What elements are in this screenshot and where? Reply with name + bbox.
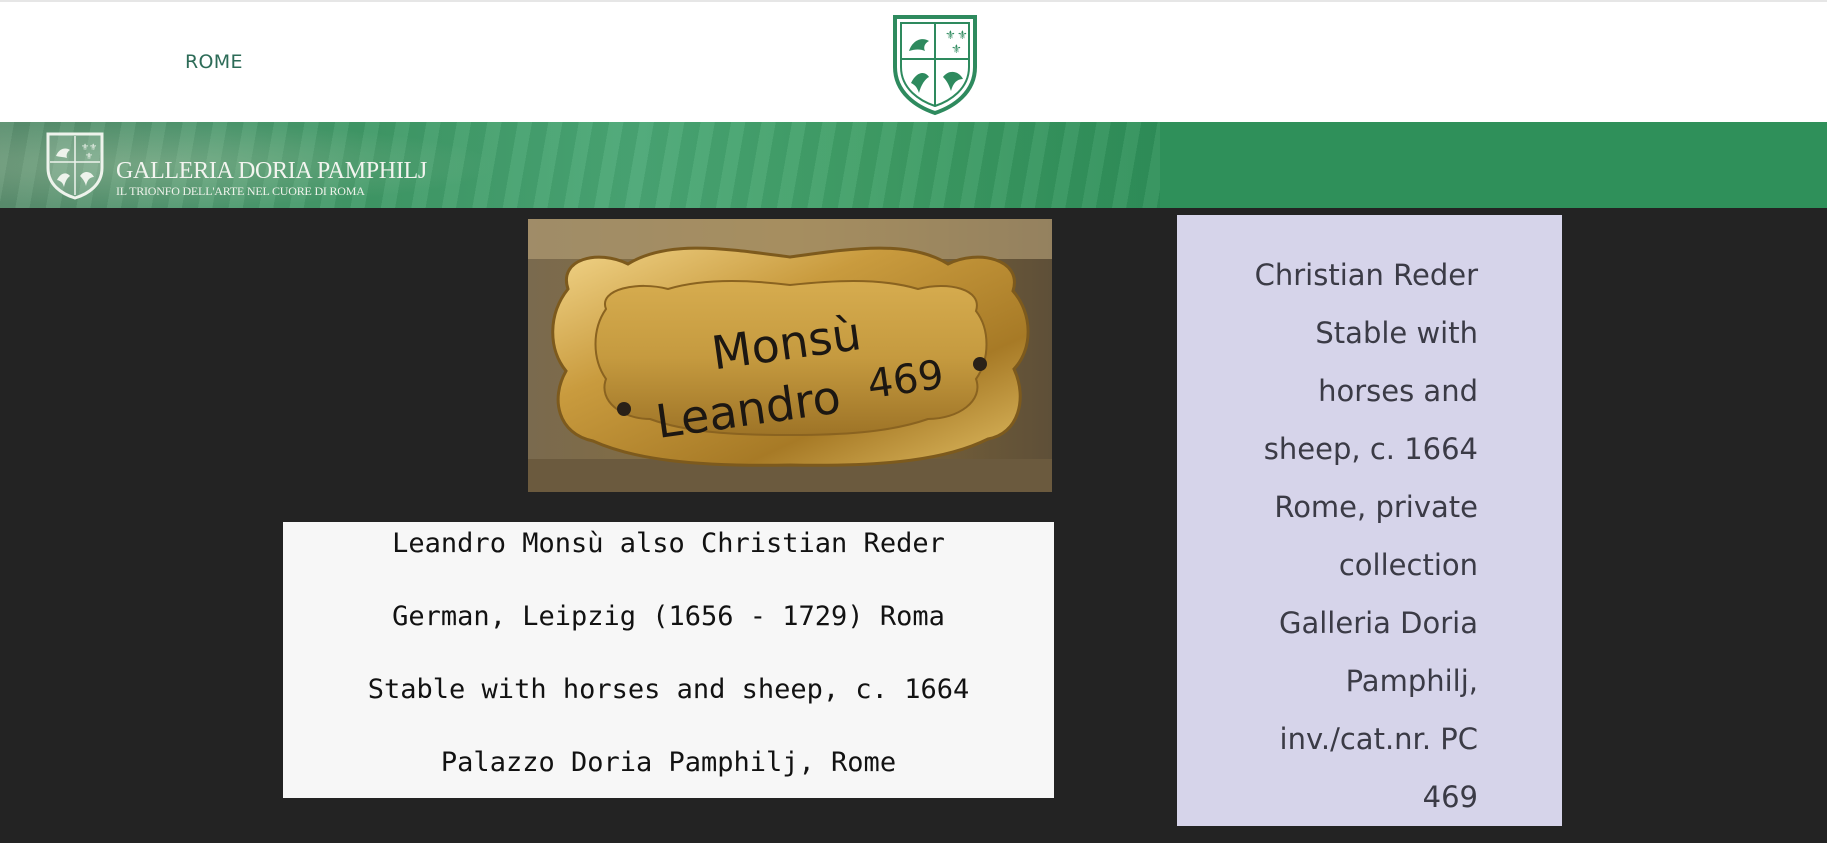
info-line: inv./cat.nr. PC xyxy=(1279,722,1478,756)
info-line: horses and xyxy=(1318,374,1478,408)
info-line: Galleria Doria xyxy=(1279,606,1478,640)
svg-text:⚜: ⚜ xyxy=(957,28,968,42)
artwork-info-text: Christian Reder Stable with horses and s… xyxy=(1218,246,1478,826)
svg-text:⚜: ⚜ xyxy=(85,152,93,162)
svg-text:⚜: ⚜ xyxy=(945,28,956,42)
banner-subtitle: IL TRIONFO DELL'ARTE NEL CUORE DI ROMA xyxy=(116,184,365,198)
info-line: Stable with xyxy=(1315,316,1478,350)
coat-of-arms-icon: ⚜⚜ ⚜ xyxy=(44,130,106,200)
info-line: 469 xyxy=(1422,780,1478,814)
info-line: Pamphilj, xyxy=(1345,664,1478,698)
caption-line: German, Leipzig (1656 - 1729) Roma xyxy=(392,601,945,632)
info-line: sheep, c. 1664 xyxy=(1263,432,1478,466)
artwork-info-panel: Christian Reder Stable with horses and s… xyxy=(1177,215,1562,826)
caption-line: Palazzo Doria Pamphilj, Rome xyxy=(440,747,897,778)
info-line: Christian Reder xyxy=(1254,258,1478,292)
caption-line: Leandro Monsù also Christian Reder xyxy=(392,528,945,559)
top-navbar: ROME ⚜ ⚜ ⚜ xyxy=(0,0,1827,122)
artwork-caption: Leandro Monsù also Christian Reder Germa… xyxy=(283,522,1054,798)
coat-of-arms-icon[interactable]: ⚜ ⚜ ⚜ xyxy=(887,11,983,117)
info-line: Rome, private xyxy=(1274,490,1478,524)
info-line: collection xyxy=(1338,548,1478,582)
site-banner[interactable]: ⚜⚜ ⚜ GALLERIA DORIA PAMPHILJ IL TRIONFO … xyxy=(0,122,1827,208)
frame-label-photo: Monsù Leandro 469 xyxy=(528,219,1052,492)
caption-line: Stable with horses and sheep, c. 1664 xyxy=(367,674,970,705)
nav-link-rome[interactable]: ROME xyxy=(185,51,243,73)
banner-title: GALLERIA DORIA PAMPHILJ xyxy=(116,158,427,184)
svg-text:⚜: ⚜ xyxy=(951,42,962,56)
